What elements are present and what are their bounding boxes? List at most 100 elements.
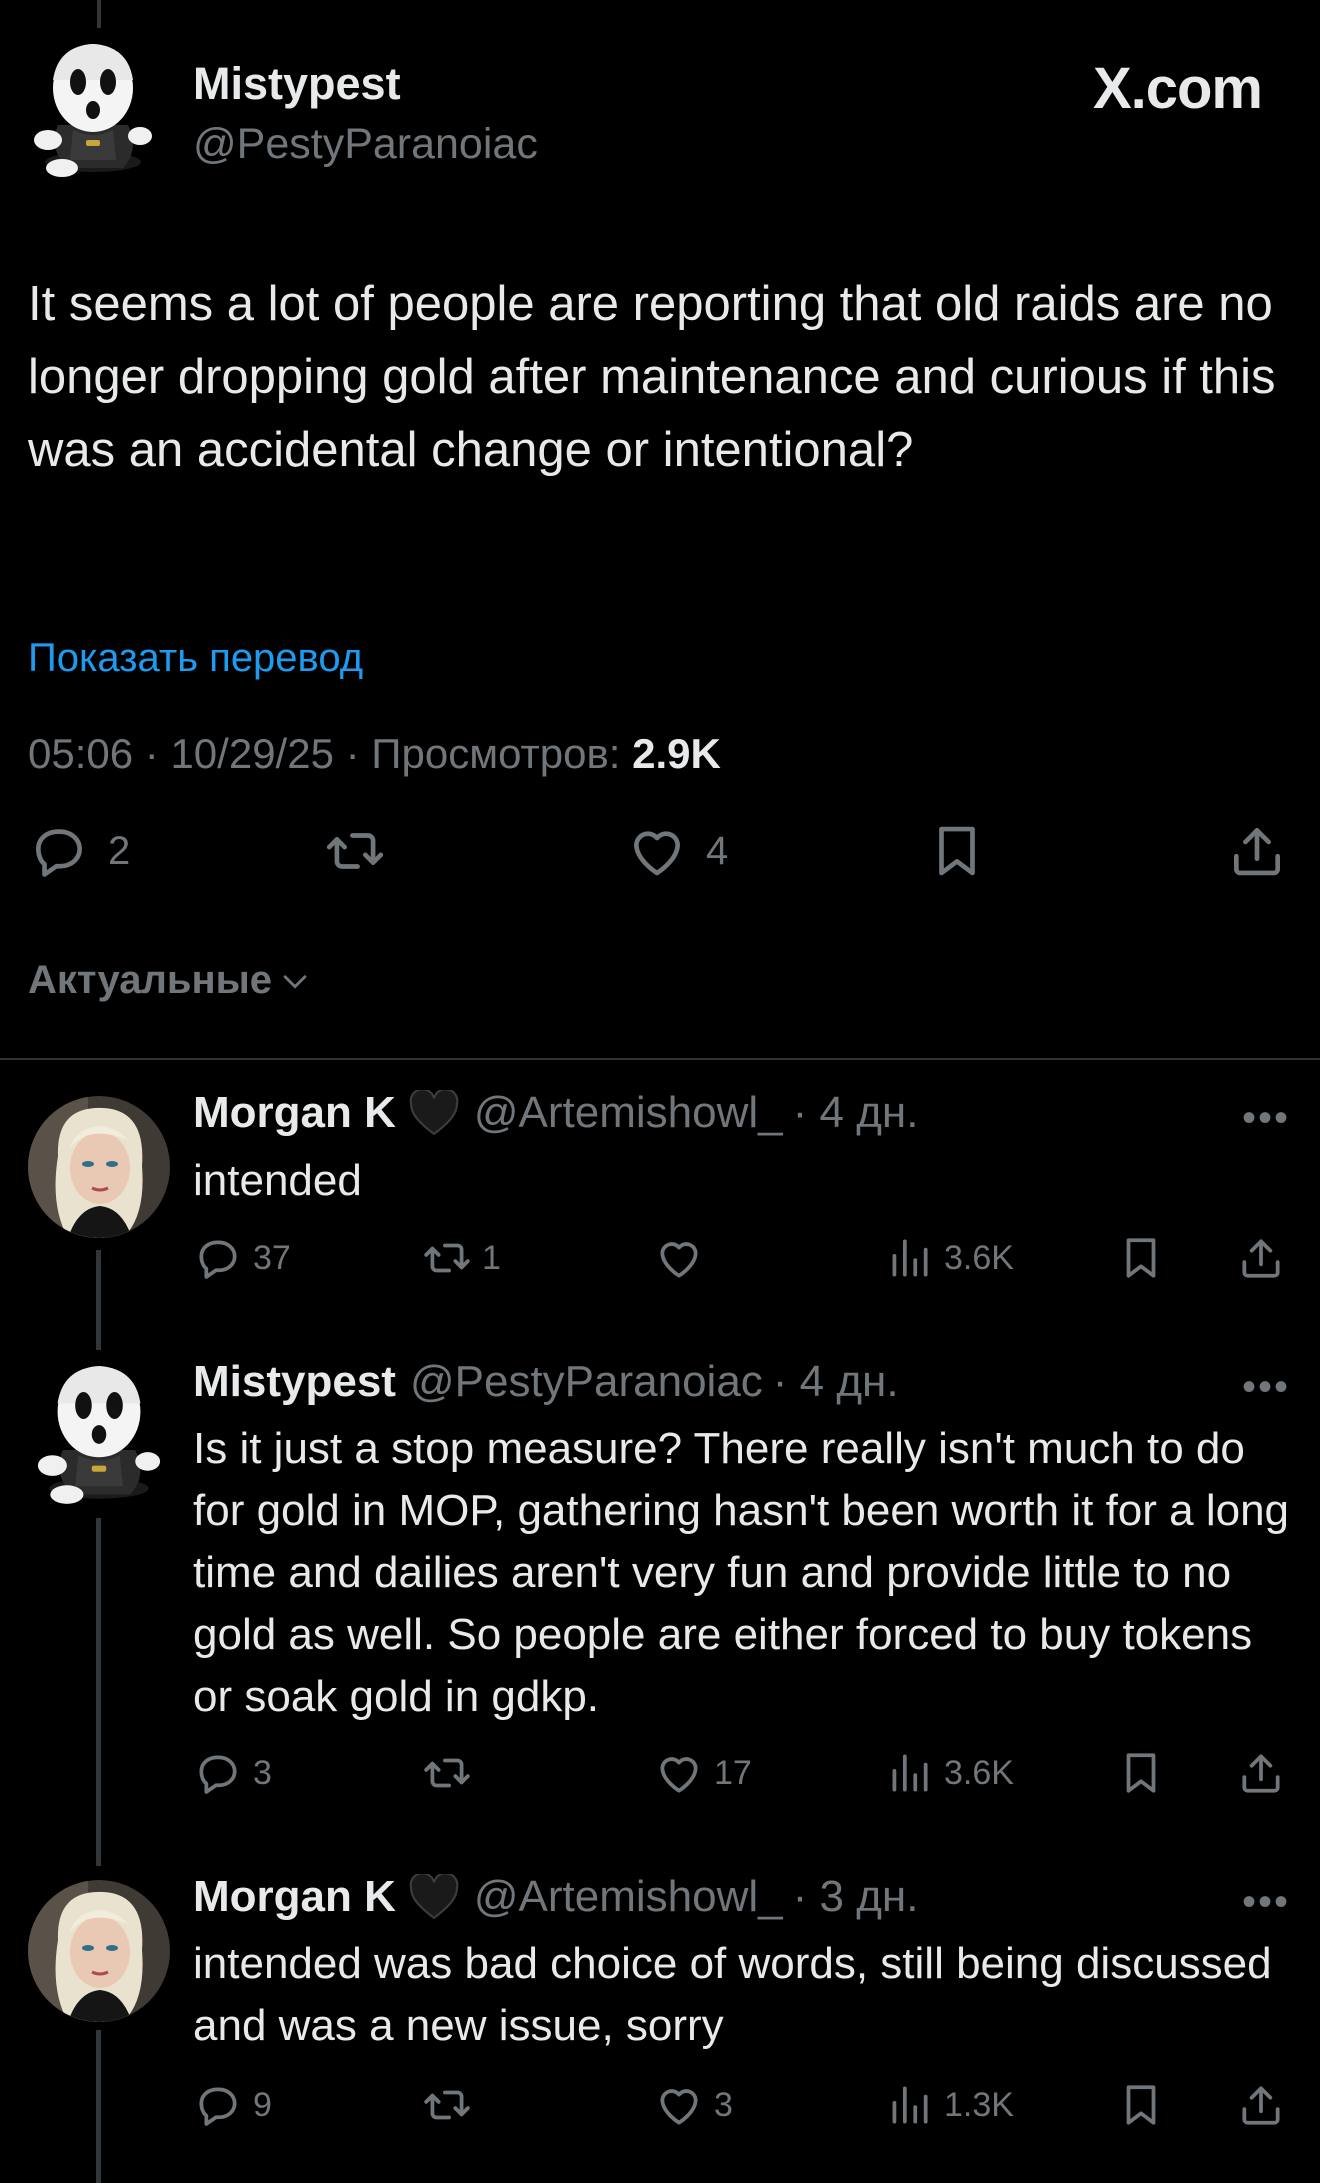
reply-header: Morgan K @Artemishowl_ · 3 дн. [193,1872,918,1922]
repost-count: 1 [482,1238,501,1277]
reply-actions: 9 3 1.3K [0,2080,1320,2140]
sort-replies-dropdown[interactable]: Актуальные [28,958,312,1003]
divider [0,1058,1320,1060]
bookmark-button[interactable] [1116,1233,1166,1283]
like-button[interactable]: 4 [626,820,728,882]
reply-button[interactable]: 37 [193,1233,291,1283]
views-icon [884,1748,934,1798]
black-heart-icon [408,1090,460,1136]
avatar[interactable] [28,40,158,180]
author-name[interactable]: Mistypest [193,58,401,110]
share-icon [1226,820,1288,882]
like-button[interactable] [654,1233,714,1283]
reply-actions: 37 1 3.6K [0,1233,1320,1293]
reply-count: 9 [253,2085,272,2124]
reply-button[interactable]: 3 [193,1748,272,1798]
reply-count: 37 [253,1238,291,1277]
reply-icon [28,820,90,882]
bookmark-button[interactable] [1116,1748,1166,1798]
share-icon [1236,1748,1286,1798]
like-button[interactable]: 17 [654,1748,752,1798]
repost-icon [422,1233,472,1283]
author-handle[interactable]: @PestyParanoiac [193,120,538,169]
share-button[interactable] [1226,820,1288,882]
bookmark-icon [926,820,988,882]
reply-text: intended was bad choice of words, still … [193,1939,1272,2050]
bookmark-button[interactable] [1116,2080,1166,2130]
thread-connector-top [97,0,101,28]
repost-button[interactable] [422,2080,482,2130]
reply-header: Morgan K @Artemishowl_ · 4 дн. [193,1088,918,1138]
separator: · [144,730,159,777]
repost-button[interactable] [324,820,404,882]
thread-connector [96,1518,101,1866]
like-count: 4 [706,828,729,873]
author-name[interactable]: Morgan K [193,1088,396,1138]
share-button[interactable] [1236,1748,1286,1798]
avatar[interactable] [28,1096,170,1238]
shy-guy-avatar-icon [28,40,158,180]
reply-button[interactable]: 2 [28,820,130,882]
black-heart-icon [408,1874,460,1920]
views-icon [884,2080,934,2130]
share-button[interactable] [1236,2080,1286,2130]
reply-count: 2 [108,828,131,873]
reply-button[interactable]: 9 [193,2080,272,2130]
repost-button[interactable] [422,1748,482,1798]
post-actions: 2 4 [0,820,1320,900]
repost-button[interactable]: 1 [422,1233,501,1283]
author-name[interactable]: Mistypest [193,1357,396,1407]
show-translation-link[interactable]: Показать перевод [28,636,363,681]
more-options-button[interactable]: ••• [1242,1880,1290,1925]
separator: · [345,730,360,777]
sort-label: Актуальные [28,958,273,1002]
post-text: It seems a lot of people are reporting t… [28,277,1276,477]
bookmark-icon [1116,1748,1166,1798]
post-date[interactable]: 10/29/25 [170,730,334,777]
time-ago[interactable]: · 3 дн. [793,1872,919,1922]
reply-text: intended [193,1156,362,1205]
heart-icon [626,820,688,882]
more-options-button[interactable]: ••• [1242,1096,1290,1141]
reply-icon [193,1748,243,1798]
author-handle[interactable]: @Artemishowl_ [474,1088,783,1138]
avatar[interactable] [28,1362,170,1507]
author-handle[interactable]: @PestyParanoiac [410,1357,763,1407]
heart-icon [654,1748,704,1798]
views-count: 1.3K [944,2085,1014,2124]
views-count: 2.9K [632,730,721,777]
reply-header: Mistypest @PestyParanoiac · 4 дн. [193,1357,899,1407]
views-button[interactable]: 3.6K [884,1748,1014,1798]
repost-icon [422,1748,472,1798]
shy-guy-avatar-icon [28,1362,170,1507]
repost-icon [422,2080,472,2130]
share-icon [1236,1233,1286,1283]
like-button[interactable]: 3 [654,2080,733,2130]
post-time[interactable]: 05:06 [28,730,133,777]
repost-icon [324,820,386,882]
post-meta: 05:06 · 10/29/25 · Просмотров: 2.9K [28,730,721,778]
profile-photo-icon [28,1096,170,1238]
chevron-down-icon [278,964,312,998]
time-ago[interactable]: · 4 дн. [793,1088,919,1138]
profile-photo-icon [28,1880,170,2022]
heart-icon [654,2080,704,2130]
reply-count: 3 [253,1753,272,1792]
share-icon [1236,2080,1286,2130]
views-button[interactable]: 3.6K [884,1233,1014,1283]
more-options-button[interactable]: ••• [1242,1365,1290,1410]
author-name[interactable]: Morgan K [193,1872,396,1922]
views-button[interactable]: 1.3K [884,2080,1014,2130]
avatar[interactable] [28,1880,170,2022]
like-count: 3 [714,2085,733,2124]
reply-icon [193,1233,243,1283]
views-icon [884,1233,934,1283]
bookmark-button[interactable] [926,820,988,882]
author-handle[interactable]: @Artemishowl_ [474,1872,783,1922]
views-count: 3.6K [944,1238,1014,1277]
bookmark-icon [1116,1233,1166,1283]
share-button[interactable] [1236,1233,1286,1283]
time-ago[interactable]: · 4 дн. [773,1357,899,1407]
reply-actions: 3 17 3.6K [0,1748,1320,1808]
like-count: 17 [714,1753,752,1792]
